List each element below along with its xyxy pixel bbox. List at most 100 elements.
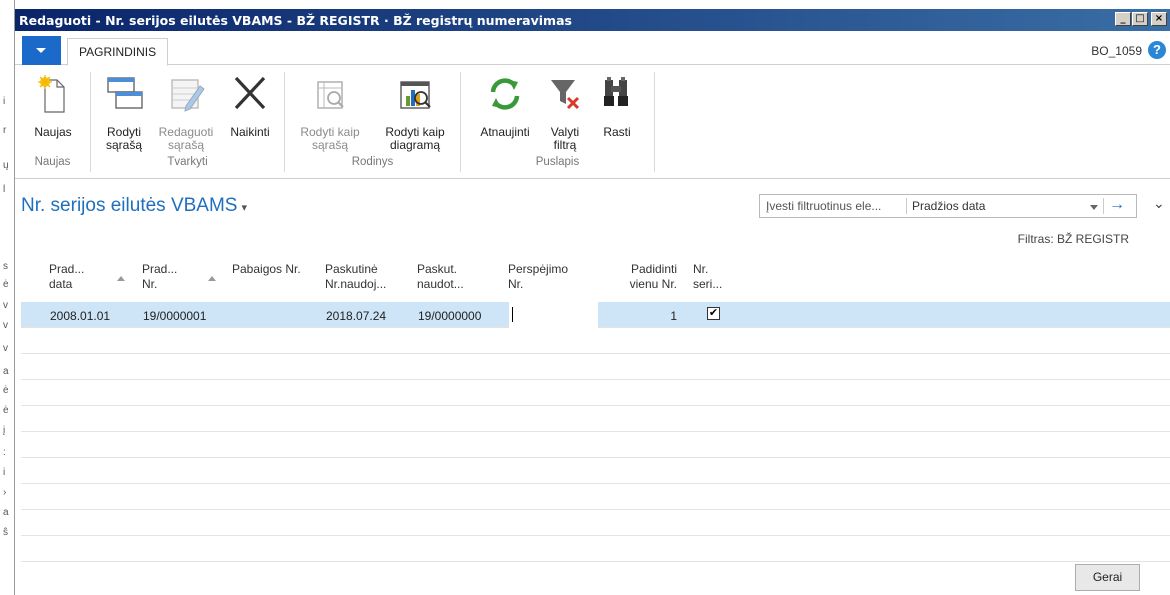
minimize-button[interactable]: _ — [1115, 12, 1131, 26]
table-row[interactable] — [21, 536, 1170, 562]
table-row[interactable]: 2008.01.01 19/0000001 2018.07.24 19/0000… — [21, 302, 1170, 328]
column-header-line: Pabaigos Nr. — [232, 262, 301, 276]
series-checkbox[interactable]: ✔ — [707, 307, 720, 320]
table-row[interactable] — [21, 510, 1170, 536]
column-header-line: Paskut. — [417, 262, 458, 276]
background-char: ė — [3, 385, 9, 396]
column-header-end-no[interactable]: Pabaigos Nr. — [232, 262, 301, 277]
clear-filter-label: Valyti filtrą — [550, 125, 580, 152]
arrow-right-icon[interactable]: → — [1109, 196, 1125, 214]
new-button[interactable]: Naujas — [20, 72, 86, 139]
show-as-chart-button[interactable]: Rodyti kaip diagramą — [373, 72, 457, 152]
filter-search-box[interactable]: Įvesti filtruotinus ele... Pradžios data… — [759, 194, 1137, 218]
column-header-last-no-used[interactable]: Paskut. naudot... — [417, 262, 464, 292]
column-header-line: Paskutinė — [325, 262, 378, 276]
edit-window: Redaguoti - Nr. serijos eilutės VBAMS - … — [15, 0, 1170, 595]
clear-filter-button[interactable]: Valyti filtrą — [539, 72, 591, 152]
page-title[interactable]: Nr. serijos eilutės VBAMS ▾ — [21, 195, 247, 217]
view-list-label: Rodyti sąrašą — [105, 125, 143, 152]
title-bar: Redaguoti - Nr. serijos eilutės VBAMS - … — [15, 9, 1170, 31]
background-char: v — [3, 320, 8, 331]
ribbon-group-tvarkyti: Rodyti sąrašą Redaguoti sąrašą Naikinti … — [91, 72, 285, 172]
warning-no-input[interactable] — [509, 302, 598, 328]
table-row[interactable] — [21, 328, 1170, 354]
delete-button[interactable]: Naikinti — [221, 72, 279, 139]
group-label: Naujas — [34, 156, 71, 168]
table-row[interactable] — [21, 432, 1170, 458]
delete-x-icon — [234, 76, 266, 110]
close-button[interactable]: × — [1151, 12, 1167, 26]
cell-last-date-used[interactable]: 2018.07.24 — [326, 309, 386, 323]
page-title-text: Nr. serijos eilutės VBAMS — [21, 195, 238, 216]
divider — [906, 198, 907, 214]
background-char: l — [3, 184, 6, 195]
binoculars-icon — [604, 77, 628, 106]
cell-start-date[interactable]: 2008.01.01 — [50, 309, 110, 323]
background-char: ė — [3, 405, 9, 416]
show-as-chart-label: Rodyti kaip diagramą — [385, 125, 445, 152]
table-row[interactable] — [21, 406, 1170, 432]
maximize-button[interactable]: □ — [1132, 12, 1148, 26]
background-char: › — [3, 487, 7, 498]
collapse-icon[interactable]: ⌄ — [1153, 195, 1165, 212]
background-char: ŝ — [3, 527, 8, 538]
ribbon-tab-row: PAGRINDINIS BO_1059 ? — [15, 33, 1170, 66]
refresh-label: Atnaujinti — [480, 125, 530, 139]
chevron-down-icon — [36, 48, 46, 53]
group-label: Puslapis — [535, 156, 580, 168]
user-id: BO_1059 — [1091, 44, 1142, 58]
clear-filter-icon — [551, 80, 580, 110]
ok-button[interactable]: Gerai — [1075, 564, 1140, 591]
background-char: v — [3, 300, 8, 311]
background-char: ų — [3, 160, 9, 171]
background-char: i — [3, 467, 6, 478]
delete-button-label: Naikinti — [230, 125, 270, 139]
column-header-line: Padidinti — [630, 262, 677, 276]
cell-last-no-used[interactable]: 19/0000000 — [418, 309, 481, 323]
active-filter-text: Filtras: BŽ REGISTR — [1017, 232, 1129, 246]
column-header-line: Nr. — [508, 277, 524, 291]
sort-ascending-icon[interactable] — [208, 276, 216, 281]
column-header-warning-no[interactable]: Perspėjimo Nr. — [508, 262, 568, 292]
column-header-line: data — [49, 277, 73, 291]
new-button-label: Naujas — [34, 125, 72, 139]
column-header-line: Nr.naudoj... — [325, 277, 387, 291]
table-row[interactable] — [21, 458, 1170, 484]
background-char: į — [3, 425, 6, 436]
show-as-chart-icon — [400, 81, 431, 109]
column-header-start-no[interactable]: Prad... Nr. — [142, 262, 177, 292]
show-as-list-button[interactable]: Rodyti kaip sąrašą — [291, 72, 369, 152]
chevron-down-icon[interactable] — [1090, 205, 1098, 210]
group-label: Tvarkyti — [167, 156, 208, 168]
background-char: v — [3, 343, 8, 354]
sort-ascending-icon[interactable] — [117, 276, 125, 281]
find-button[interactable]: Rasti — [595, 72, 639, 139]
tab-pagrindinis[interactable]: PAGRINDINIS — [67, 38, 169, 66]
table-row[interactable] — [21, 380, 1170, 406]
edit-list-icon — [171, 79, 205, 112]
column-header-line: seri... — [693, 277, 723, 291]
help-icon[interactable]: ? — [1148, 41, 1166, 59]
edit-list-button[interactable]: Redaguoti sąrašą — [153, 72, 219, 152]
view-list-button[interactable]: Rodyti sąrašą — [97, 72, 151, 152]
filter-input[interactable]: Įvesti filtruotinus ele... — [766, 199, 881, 213]
column-header-line: Perspėjimo — [508, 262, 569, 276]
cell-start-no[interactable]: 19/0000001 — [143, 309, 206, 323]
refresh-button[interactable]: Atnaujinti — [473, 72, 537, 139]
column-header-last-date-used[interactable]: Paskutinė Nr.naudoj... — [325, 262, 386, 292]
column-header-series[interactable]: Nr. seri... — [693, 262, 722, 292]
app-menu-button[interactable] — [22, 36, 61, 65]
column-header-increment[interactable]: Padidinti vienu Nr. — [619, 262, 677, 292]
column-header-start-date[interactable]: Prad... data — [49, 262, 84, 292]
cell-increment[interactable]: 1 — [621, 309, 677, 323]
ribbon-group-naujas: Naujas Naujas — [15, 72, 91, 172]
filter-field-select[interactable]: Pradžios data — [912, 199, 985, 213]
find-label: Rasti — [603, 125, 631, 139]
background-window-sliver: i r ų l s ė v v v a ė ė į: i › a ŝ — [0, 0, 15, 595]
table-row[interactable] — [21, 354, 1170, 380]
chevron-down-icon[interactable]: ▾ — [241, 202, 247, 214]
refresh-icon — [490, 78, 520, 110]
view-list-icon — [107, 77, 143, 109]
new-document-icon — [38, 75, 65, 113]
table-row[interactable] — [21, 484, 1170, 510]
